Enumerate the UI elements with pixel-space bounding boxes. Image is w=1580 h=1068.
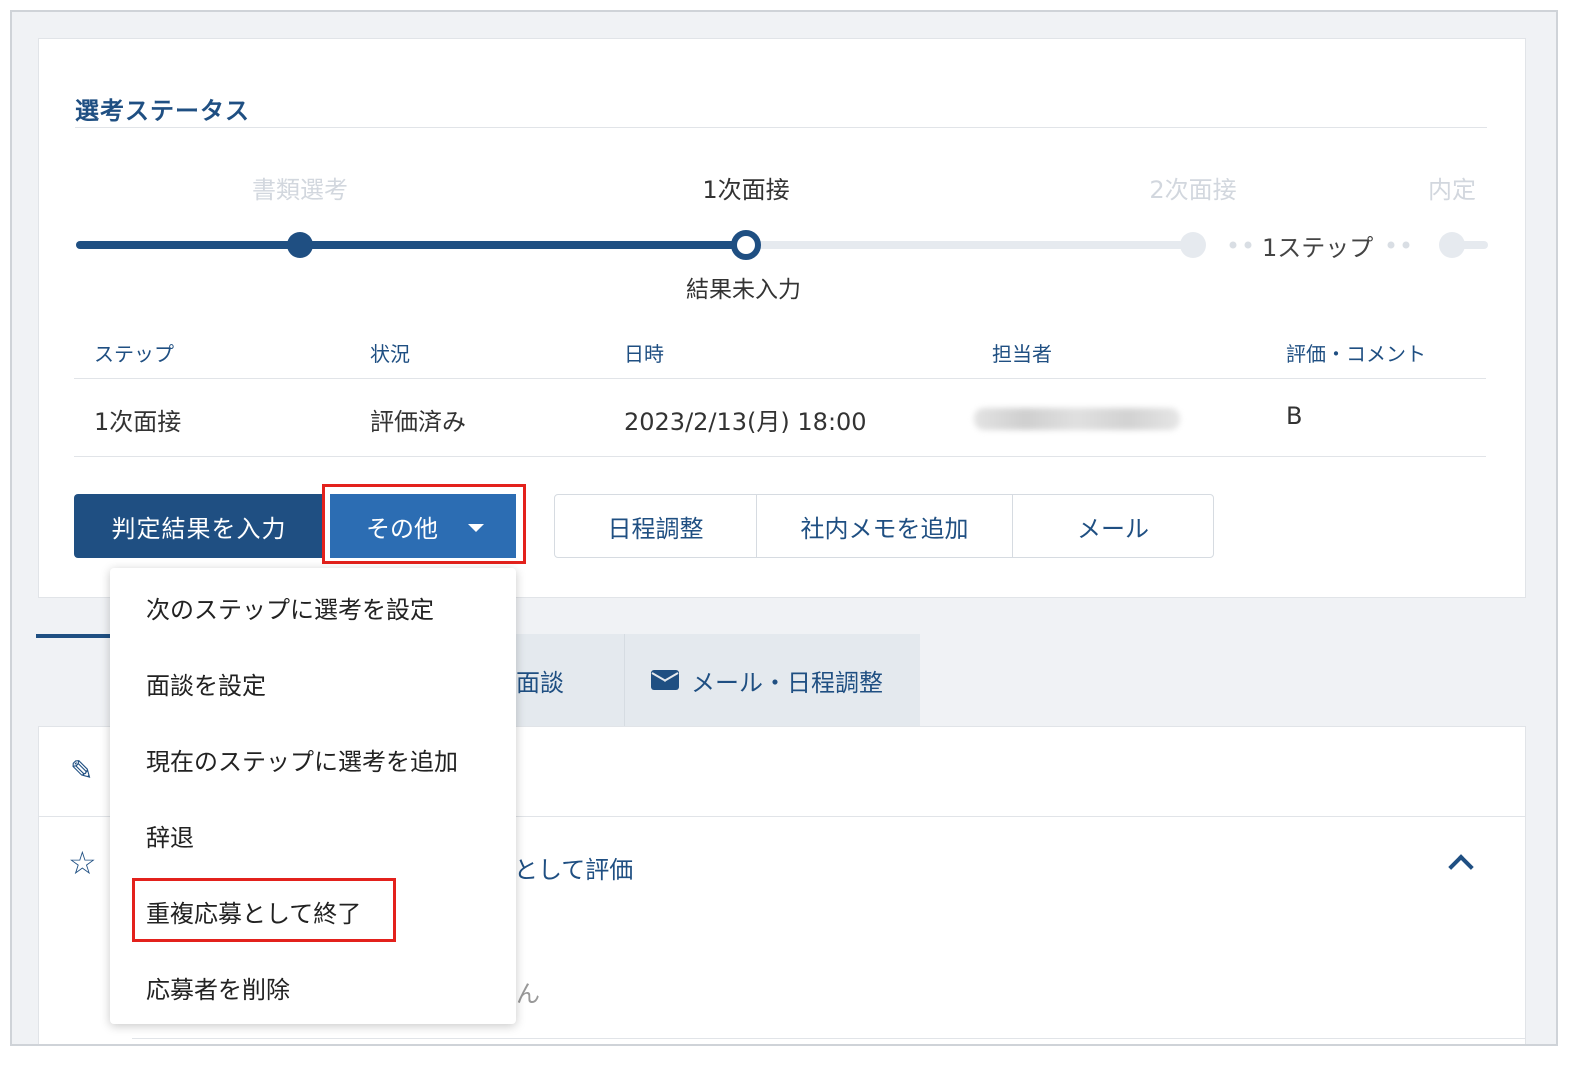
cell-rating: B (1286, 402, 1303, 430)
step-label-first-interview: 1次面接 (702, 176, 790, 204)
app-frame: 選考ステータス 書類選考 1次面接 2次面接 内定 1ステップ 結果未入力 ステ… (10, 10, 1558, 1046)
skip-dot (1402, 241, 1410, 249)
col-header-evaluation: 評価・コメント (1286, 342, 1426, 366)
star-icon: ☆ (68, 844, 97, 882)
progress-track-future (746, 241, 1196, 249)
step-label-second-interview: 2次面接 (1149, 176, 1237, 204)
col-header-step: ステップ (94, 342, 174, 366)
active-tab-indicator (36, 634, 116, 638)
table-header-divider (74, 378, 1486, 379)
highlight-box-other (322, 484, 526, 564)
skip-dot (1387, 241, 1395, 249)
step-dot-second-interview (1180, 232, 1206, 258)
evaluation-heading-partial: として評価 (514, 856, 634, 884)
col-header-status: 状況 (370, 342, 410, 366)
menu-item-add-to-current-step[interactable]: 現在のステップに選考を追加 (146, 742, 458, 777)
cell-datetime: 2023/2/13(月) 18:00 (624, 408, 867, 436)
skip-dot (1244, 241, 1252, 249)
tab-mail-schedule[interactable]: メール・日程調整 (624, 634, 883, 726)
pencil-icon[interactable]: ✎ (70, 754, 93, 787)
mail-button[interactable]: メール (1013, 495, 1213, 557)
tab-bar: 面談 メール・日程調整 (502, 634, 920, 726)
cell-step: 1次面接 (94, 408, 182, 436)
cell-status: 評価済み (370, 408, 466, 436)
step-label-offer: 内定 (1428, 176, 1476, 204)
schedule-button[interactable]: 日程調整 (555, 495, 757, 557)
highlight-box-duplicate (132, 878, 396, 942)
step-dot-first-interview (731, 230, 761, 260)
other-dropdown-menu: 次のステップに選考を設定 面談を設定 現在のステップに選考を追加 辞退 重複応募… (110, 568, 516, 1024)
obscured-text: ん (516, 980, 540, 1008)
menu-item-delete-applicant[interactable]: 応募者を削除 (146, 970, 290, 1005)
step-dot-document (287, 232, 313, 258)
lower-divider-bottom (132, 1038, 1526, 1039)
skip-step-label: 1ステップ (1262, 234, 1374, 262)
step-label-document: 書類選考 (252, 176, 348, 204)
tab-interview[interactable]: 面談 (516, 634, 564, 726)
add-memo-button[interactable]: 社内メモを追加 (757, 495, 1013, 557)
tab-interview-label: 面談 (516, 668, 564, 697)
col-header-datetime: 日時 (624, 342, 664, 366)
current-step-result: 結果未入力 (686, 277, 801, 303)
menu-item-set-next-step[interactable]: 次のステップに選考を設定 (146, 590, 434, 625)
col-header-assignee: 担当者 (992, 342, 1052, 366)
skip-dot (1229, 241, 1237, 249)
section-title: 選考ステータス (75, 97, 250, 125)
enter-result-button[interactable]: 判定結果を入力 (74, 494, 324, 558)
cell-assignee-redacted (974, 408, 1180, 430)
tab-mail-schedule-label: メール・日程調整 (691, 668, 883, 697)
table-row-divider (74, 456, 1486, 457)
action-button-group: 日程調整 社内メモを追加 メール (554, 494, 1214, 558)
mail-icon (651, 670, 679, 690)
step-dot-offer (1439, 232, 1465, 258)
title-divider (75, 127, 1487, 128)
progress-track-done (76, 241, 746, 249)
menu-item-decline[interactable]: 辞退 (146, 818, 194, 853)
menu-item-set-interview[interactable]: 面談を設定 (146, 666, 266, 701)
